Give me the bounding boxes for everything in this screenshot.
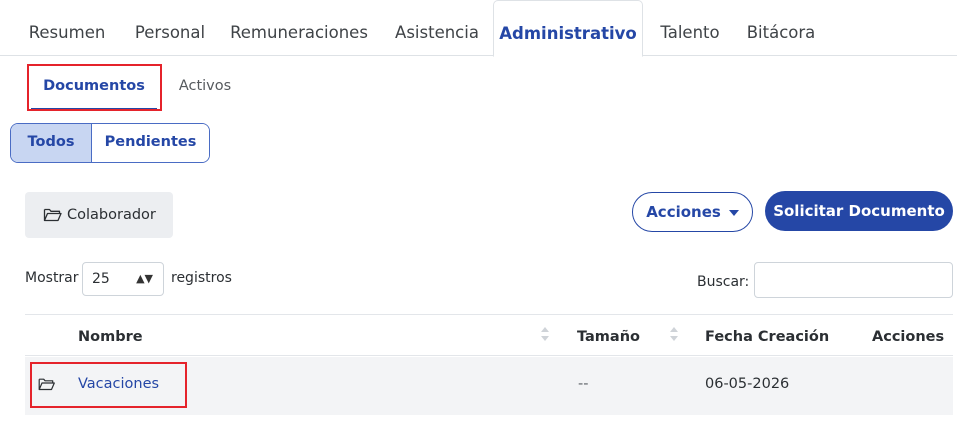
column-header-tamano[interactable]: Tamaño: [577, 315, 640, 357]
column-header-nombre[interactable]: Nombre: [78, 315, 143, 357]
sort-icon[interactable]: [670, 327, 678, 343]
subtab-activos[interactable]: Activos: [168, 66, 242, 110]
length-prefix-label: Mostrar: [25, 270, 79, 286]
folder-open-icon: [43, 207, 63, 223]
select-arrows-icon: ▲▼: [136, 272, 153, 285]
tab-talento[interactable]: Talento: [648, 0, 732, 56]
tab-administrativo[interactable]: Administrativo: [493, 0, 643, 57]
acciones-label: Acciones: [646, 203, 721, 221]
tab-remuneraciones[interactable]: Remuneraciones: [224, 0, 374, 56]
solicitar-documento-button[interactable]: Solicitar Documento: [765, 191, 953, 231]
tab-resumen[interactable]: Resumen: [16, 0, 118, 56]
folder-link-vacaciones[interactable]: Vacaciones: [78, 357, 159, 415]
filter-todos-button[interactable]: Todos: [11, 124, 92, 162]
search-input[interactable]: [754, 262, 953, 298]
subtab-documentos[interactable]: Documentos: [31, 66, 157, 110]
acciones-dropdown-button[interactable]: Acciones: [632, 192, 753, 232]
table-row: Vacaciones -- 06-05-2026: [25, 357, 953, 415]
tab-asistencia[interactable]: Asistencia: [386, 0, 488, 56]
entries-per-page-select[interactable]: 25 ▲▼: [82, 262, 164, 296]
tab-personal[interactable]: Personal: [121, 0, 219, 56]
cell-fecha-creacion: 06-05-2026: [705, 376, 790, 392]
length-suffix-label: registros: [171, 270, 232, 286]
cell-tamano: --: [578, 376, 589, 392]
colaborador-label: Colaborador: [67, 207, 156, 223]
top-tab-bar: Resumen Personal Remuneraciones Asistenc…: [0, 0, 957, 57]
caret-down-icon: [728, 210, 739, 216]
document-filter-toggle: Todos Pendientes: [10, 123, 210, 163]
colaborador-folder-button[interactable]: Colaborador: [25, 192, 173, 238]
column-header-fecha[interactable]: Fecha Creación: [705, 315, 829, 357]
tab-bitacora[interactable]: Bitácora: [736, 0, 826, 56]
sort-icon[interactable]: [541, 327, 549, 343]
entries-per-page-value: 25: [92, 271, 110, 287]
filter-pendientes-button[interactable]: Pendientes: [92, 124, 209, 162]
column-header-acciones: Acciones: [872, 329, 945, 345]
folder-open-icon: [38, 377, 56, 396]
search-label: Buscar:: [697, 274, 750, 290]
table-header: Nombre Tamaño Fecha Creación Acciones: [25, 314, 953, 356]
